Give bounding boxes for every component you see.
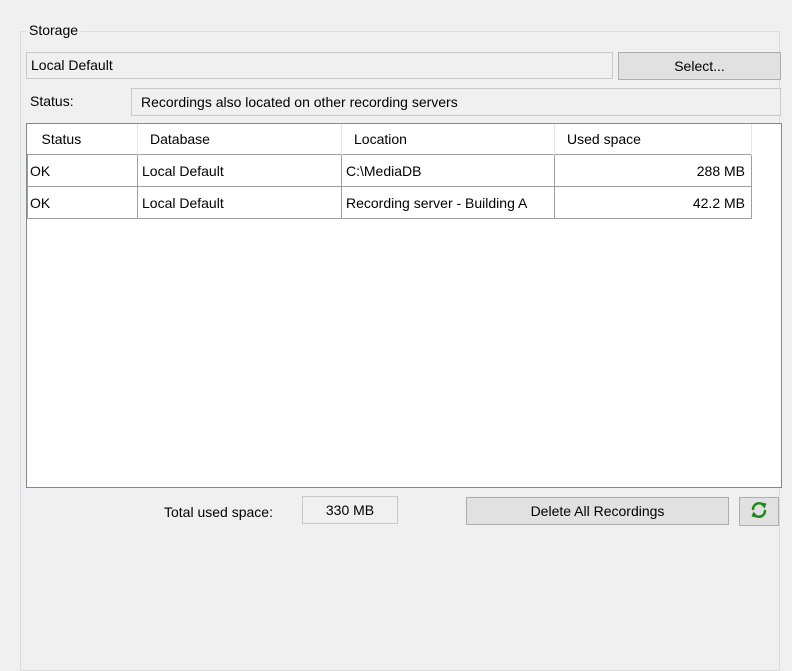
column-header-used-space[interactable]: Used space	[554, 124, 752, 155]
cell-status: OK	[27, 186, 138, 219]
cell-used-space: 288 MB	[554, 154, 752, 187]
table-row[interactable]: OK Local Default C:\MediaDB 288 MB	[27, 154, 752, 187]
cell-database: Local Default	[137, 186, 342, 219]
cell-database: Local Default	[137, 154, 342, 187]
column-header-status[interactable]: Status	[27, 124, 138, 155]
refresh-icon	[749, 500, 769, 523]
storage-name-field: Local Default	[26, 52, 613, 79]
status-label: Status:	[30, 93, 74, 109]
delete-all-recordings-button[interactable]: Delete All Recordings	[466, 497, 729, 525]
table-row[interactable]: OK Local Default Recording server - Buil…	[27, 186, 752, 219]
cell-used-space: 42.2 MB	[554, 186, 752, 219]
storage-group-label: Storage	[26, 22, 82, 38]
cell-location: C:\MediaDB	[341, 154, 555, 187]
total-used-space-field: 330 MB	[302, 496, 398, 524]
storage-table: Status Database Location Used space OK L…	[27, 124, 752, 219]
cell-status: OK	[27, 154, 138, 187]
table-header-row: Status Database Location Used space	[27, 124, 752, 155]
column-header-database[interactable]: Database	[137, 124, 342, 155]
cell-location: Recording server - Building A	[341, 186, 555, 219]
storage-list-view[interactable]: Status Database Location Used space OK L…	[26, 123, 782, 488]
status-field: Recordings also located on other recordi…	[131, 88, 781, 116]
select-button[interactable]: Select...	[618, 52, 781, 80]
total-used-space-label: Total used space:	[164, 504, 273, 520]
column-header-location[interactable]: Location	[341, 124, 555, 155]
refresh-button[interactable]	[739, 497, 779, 526]
